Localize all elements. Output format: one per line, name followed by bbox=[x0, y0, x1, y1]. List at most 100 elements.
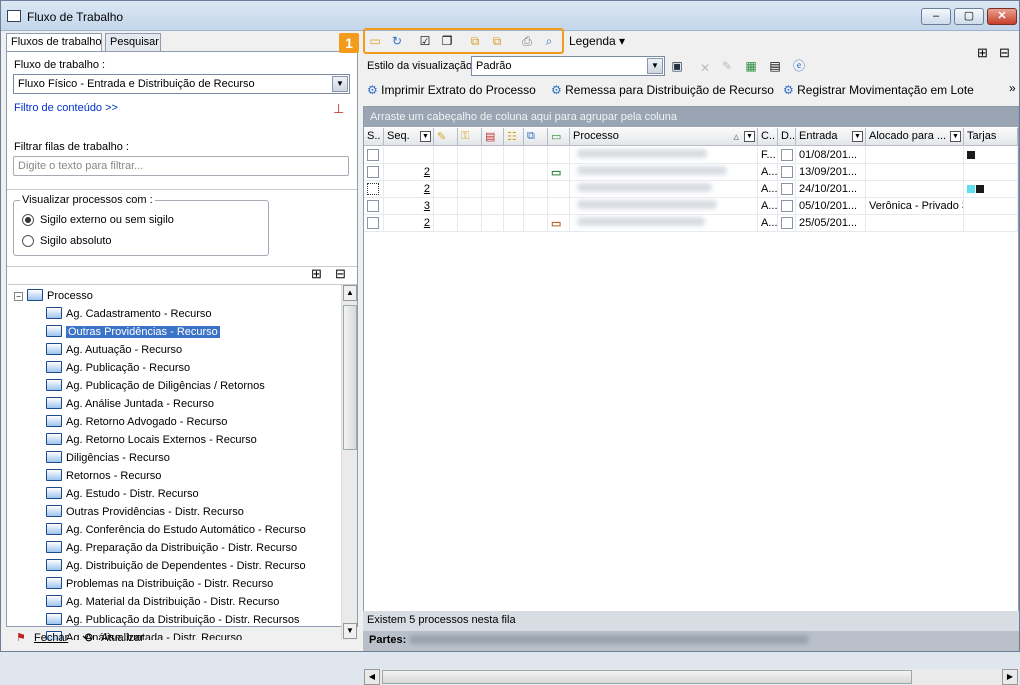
row-select-cell[interactable] bbox=[364, 181, 384, 198]
filtrar-input[interactable]: Digite o texto para filtrar... bbox=[13, 156, 349, 176]
row-checkbox[interactable] bbox=[367, 183, 379, 195]
d-cell[interactable] bbox=[778, 147, 796, 164]
collapse-toggle-icon[interactable]: − bbox=[14, 292, 23, 301]
document-icon[interactable]: ▤ bbox=[767, 58, 783, 74]
group-by-area[interactable]: Arraste um cabeçalho de coluna aqui para… bbox=[364, 107, 1018, 127]
seq-link[interactable]: 2 bbox=[424, 166, 430, 178]
tree-collapse-icon[interactable]: ⊟ bbox=[335, 266, 346, 282]
row-d-checkbox[interactable] bbox=[781, 166, 793, 178]
col-icon-folder[interactable]: ▭ bbox=[548, 128, 570, 146]
remessa-button[interactable]: ⚙ Remessa para Distribuição de Recurso bbox=[551, 83, 774, 97]
col-processo[interactable]: Processo ▵ ▼ bbox=[570, 128, 758, 146]
tree-item[interactable]: Ag. Material da Distribuição - Distr. Re… bbox=[46, 593, 279, 611]
tree-item[interactable]: Ag. Estudo - Distr. Recurso bbox=[46, 485, 199, 503]
tree-item[interactable]: Ag. Distribuição de Dependentes - Distr.… bbox=[46, 557, 306, 575]
tree-item[interactable]: Ag. Análise Juntada - Recurso bbox=[46, 395, 214, 413]
row-d-checkbox[interactable] bbox=[781, 217, 793, 229]
tree-item[interactable]: Problemas na Distribuição - Distr. Recur… bbox=[46, 575, 273, 593]
scroll-thumb[interactable] bbox=[343, 305, 357, 450]
d-cell[interactable] bbox=[778, 181, 796, 198]
save-icon[interactable]: ▣ bbox=[669, 58, 685, 74]
processo-cell[interactable] bbox=[570, 164, 758, 181]
radio-sigilo-externo[interactable] bbox=[22, 214, 34, 226]
estilo-select[interactable]: Padrão ▼ bbox=[471, 56, 665, 76]
open-folder-icon[interactable]: ▭ bbox=[367, 33, 383, 49]
atualizar-button[interactable]: Atualizar bbox=[101, 632, 144, 644]
tree-item[interactable]: Ag. Publicação - Recurso bbox=[46, 359, 190, 377]
processo-cell[interactable] bbox=[570, 147, 758, 164]
tree-item[interactable]: Outras Providências - Recurso bbox=[46, 323, 220, 341]
radio-sigilo-absoluto[interactable] bbox=[22, 235, 34, 247]
row-d-checkbox[interactable] bbox=[781, 149, 793, 161]
processo-cell[interactable] bbox=[570, 181, 758, 198]
tree-item[interactable]: Ag. Autuação - Recurso bbox=[46, 341, 182, 359]
tree-item[interactable]: Ag. Retorno Advogado - Recurso bbox=[46, 413, 227, 431]
tree-scrollbar[interactable]: ▲ ▼ bbox=[341, 285, 357, 640]
seq-link[interactable]: 3 bbox=[424, 200, 430, 212]
row-select-cell[interactable] bbox=[364, 215, 384, 232]
col-entrada[interactable]: Entrada ▼ bbox=[796, 128, 866, 146]
col-icon-key[interactable]: ⚿ bbox=[458, 128, 482, 146]
col-icon-doc[interactable]: ▤ bbox=[482, 128, 504, 146]
row-select-cell[interactable] bbox=[364, 164, 384, 181]
overflow-chevron-icon[interactable]: » bbox=[1009, 81, 1016, 95]
row-checkbox[interactable] bbox=[367, 217, 379, 229]
col-tarjas[interactable]: Tarjas bbox=[964, 128, 1018, 146]
close-button[interactable]: ✕ bbox=[987, 8, 1017, 25]
col-c[interactable]: C.. bbox=[758, 128, 778, 146]
col-alocado[interactable]: Alocado para ... ▼ bbox=[866, 128, 964, 146]
legenda-menu[interactable]: Legenda ▾ bbox=[569, 34, 625, 48]
copy-icon[interactable]: ❐ bbox=[439, 33, 455, 49]
row-select-cell[interactable] bbox=[364, 147, 384, 164]
maximize-button[interactable]: ▢ bbox=[954, 8, 984, 25]
row-d-checkbox[interactable] bbox=[781, 183, 793, 195]
row-d-checkbox[interactable] bbox=[781, 200, 793, 212]
col-d[interactable]: D.. bbox=[778, 128, 796, 146]
filter-dropdown-icon[interactable]: ▼ bbox=[744, 131, 755, 142]
d-cell[interactable] bbox=[778, 198, 796, 215]
imprimir-extrato-button[interactable]: ⚙ Imprimir Extrato do Processo bbox=[367, 83, 536, 97]
col-icon-people[interactable]: ☷ bbox=[504, 128, 524, 146]
col-icon-copies[interactable]: ⧉ bbox=[524, 128, 548, 146]
seq-link[interactable]: 2 bbox=[424, 183, 430, 195]
filtro-conteudo-link[interactable]: Filtro de conteúdo >> bbox=[14, 102, 118, 114]
tab-pesquisar[interactable]: Pesquisar bbox=[105, 33, 161, 51]
processo-cell[interactable] bbox=[570, 215, 758, 232]
fluxo-select[interactable]: Fluxo Físico - Entrada e Distribuição de… bbox=[13, 74, 350, 94]
sync-icon[interactable]: ↻ bbox=[389, 33, 405, 49]
seq-cell[interactable]: 2 bbox=[384, 164, 434, 181]
seq-cell[interactable]: 2 bbox=[384, 181, 434, 198]
fechar-button[interactable]: Fechar bbox=[34, 632, 68, 644]
processo-cell[interactable] bbox=[570, 198, 758, 215]
grid-hscrollbar[interactable]: ◀ ▶ bbox=[364, 669, 1018, 685]
broom-icon[interactable]: ⊥ bbox=[333, 101, 344, 117]
tree-item[interactable]: Ag. Retorno Locais Externos - Recurso bbox=[46, 431, 257, 449]
scroll-left-icon[interactable]: ◀ bbox=[364, 669, 380, 685]
tree-item[interactable]: Diligências - Recurso bbox=[46, 449, 170, 467]
scroll-right-icon[interactable]: ▶ bbox=[1002, 669, 1018, 685]
row-checkbox[interactable] bbox=[367, 149, 379, 161]
tab-fluxos[interactable]: Fluxos de trabalho bbox=[6, 33, 102, 52]
tree-item[interactable]: Ag. Publicação de Diligências / Retornos bbox=[46, 377, 265, 395]
tree-expand-icon[interactable]: ⊞ bbox=[311, 266, 322, 282]
delete-icon[interactable]: ✕ bbox=[697, 60, 713, 76]
tree-item[interactable]: Ag. Preparação da Distribuição - Distr. … bbox=[46, 539, 297, 557]
row-checkbox[interactable] bbox=[367, 200, 379, 212]
checklist-icon[interactable]: ☑ bbox=[417, 33, 433, 49]
filter-dropdown-icon[interactable]: ▼ bbox=[852, 131, 863, 142]
browser-icon[interactable]: ⓔ bbox=[791, 58, 807, 74]
export-icon[interactable]: ⧉ bbox=[467, 33, 483, 49]
seq-cell[interactable]: 2 bbox=[384, 215, 434, 232]
tree-item[interactable]: Outras Providências - Distr. Recurso bbox=[46, 503, 244, 521]
minimize-button[interactable]: – bbox=[921, 8, 951, 25]
tree-item[interactable]: Retornos - Recurso bbox=[46, 467, 161, 485]
excel-icon[interactable]: ▦ bbox=[743, 58, 759, 74]
tree-root[interactable]: − Processo bbox=[14, 287, 93, 305]
scroll-thumb[interactable] bbox=[382, 670, 912, 684]
row-select-cell[interactable] bbox=[364, 198, 384, 215]
d-cell[interactable] bbox=[778, 164, 796, 181]
tree-item[interactable]: Ag. Cadastramento - Recurso bbox=[46, 305, 212, 323]
tree-collapse-icon[interactable]: ⊟ bbox=[999, 45, 1010, 61]
filter-dropdown-icon[interactable]: ▼ bbox=[950, 131, 961, 142]
edit-icon[interactable]: ✎ bbox=[719, 58, 735, 74]
